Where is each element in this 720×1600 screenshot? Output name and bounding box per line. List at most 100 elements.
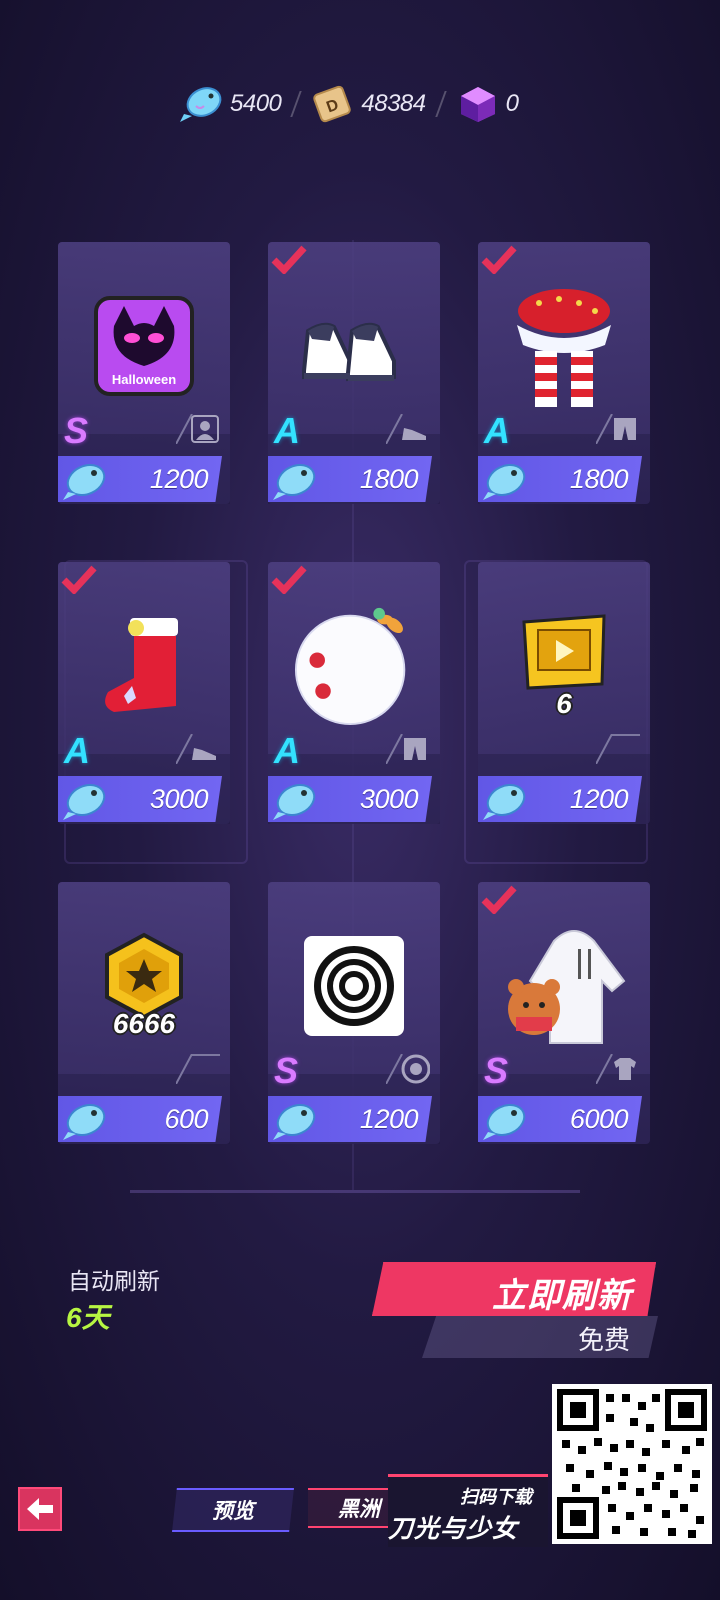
shop-card-christmas-boot[interactable]: A 3000	[58, 562, 230, 824]
item-quantity: 6	[556, 688, 572, 719]
shop-card-target-emblem[interactable]: S 1200	[268, 882, 440, 1144]
refresh-cost-panel: 免费	[422, 1316, 658, 1358]
fish-coin-icon	[63, 463, 106, 500]
refresh-now-label: 立即刷新	[492, 1277, 632, 1315]
shop-card-bear-hoodie[interactable]: S 6000	[478, 882, 650, 1144]
rank-label: A	[64, 730, 90, 771]
target-emblem-icon	[304, 936, 404, 1036]
dice-ticket-icon: D	[313, 85, 352, 123]
price-value: 1800	[359, 464, 419, 494]
currency-cube: 0	[456, 84, 519, 124]
price-value: 1200	[359, 1104, 419, 1134]
tab-preview[interactable]: 预览	[172, 1488, 294, 1532]
pants-icon	[596, 414, 636, 444]
checkmark-icon	[481, 245, 517, 274]
price-bar: 3000	[268, 776, 432, 822]
refresh-now-button[interactable]: 立即刷新	[372, 1262, 656, 1316]
purple-cube-amount: 0	[505, 90, 519, 117]
video-ticket-image	[504, 612, 624, 692]
checkmark-icon	[271, 245, 307, 274]
shoe-icon	[176, 734, 216, 764]
price-value: 1800	[569, 464, 629, 494]
bg-bottom-rail	[130, 1190, 580, 1193]
fish-coin-amount: 5400	[230, 90, 282, 117]
type-divider	[176, 1054, 220, 1084]
auto-refresh-days: 6天	[66, 1302, 110, 1333]
christmas-boot-image	[84, 606, 204, 726]
dice-ticket-amount: 48384	[361, 90, 426, 117]
fish-coin-icon	[273, 463, 316, 500]
video-ticket-icon	[522, 614, 606, 690]
fish-coin-icon	[180, 87, 222, 122]
rank-label: A	[484, 410, 510, 451]
qr-code	[552, 1384, 712, 1544]
qr-code-icon	[557, 1389, 707, 1539]
fish-coin-icon	[63, 1103, 106, 1140]
shop-card-sneakers[interactable]: A 1800	[268, 242, 440, 504]
avatar-icon	[176, 414, 219, 444]
shop-card-snowball[interactable]: A 3000	[268, 562, 440, 824]
rank-label: S	[64, 410, 89, 451]
divider	[434, 91, 447, 117]
rank-label: S	[274, 1050, 299, 1091]
currency-dice: D 48384	[311, 84, 426, 124]
bear-hoodie-image	[494, 926, 634, 1046]
sneakers-icon	[302, 322, 396, 382]
christmas-skirt-icon	[517, 289, 611, 407]
checkmark-icon	[271, 565, 307, 594]
shop-card-halloween[interactable]: Halloween S 1200	[58, 242, 230, 504]
divider	[290, 91, 303, 117]
fish-coin-icon	[483, 783, 526, 820]
price-bar: 6000	[478, 1096, 642, 1142]
back-button[interactable]	[18, 1487, 62, 1531]
price-value: 3000	[149, 784, 209, 814]
shop-card-christmas-skirt[interactable]: A 1800	[478, 242, 650, 504]
rank-label: A	[274, 730, 300, 771]
fish-coin-icon	[483, 1103, 526, 1140]
price-bar: 600	[58, 1096, 222, 1142]
svg-text:Halloween: Halloween	[112, 372, 176, 387]
back-arrow-icon	[27, 1498, 53, 1520]
snowball-icon	[294, 607, 406, 726]
type-divider	[596, 734, 640, 764]
download-promo[interactable]: 扫码下载 刀光与少女	[388, 1474, 548, 1547]
price-value: 1200	[149, 464, 209, 494]
price-bar: 1800	[268, 456, 432, 502]
price-bar: 1200	[478, 776, 642, 822]
halloween-frame-image: Halloween	[84, 286, 204, 406]
shoe-icon	[386, 414, 426, 444]
fish-coin-icon	[63, 783, 106, 820]
currency-bar: 5400 D 48384 0	[178, 84, 531, 124]
auto-refresh-label: 自动刷新	[68, 1268, 160, 1294]
checkmark-icon	[61, 565, 97, 594]
price-value: 6000	[569, 1104, 629, 1134]
bear-hoodie-icon	[508, 930, 626, 1044]
snowball-image	[294, 606, 414, 726]
price-bar: 1800	[478, 456, 642, 502]
price-bar: 1200	[268, 1096, 432, 1142]
shop-card-star-coin[interactable]: 6666 600	[58, 882, 230, 1144]
rank-label: S	[484, 1050, 509, 1091]
price-bar: 1200	[58, 456, 222, 502]
rank-label: A	[274, 410, 300, 451]
price-bar: 3000	[58, 776, 222, 822]
christmas-boot-icon	[105, 618, 178, 712]
scan-download-label: 扫码下载	[460, 1487, 532, 1507]
price-value: 3000	[359, 784, 419, 814]
currency-fish: 5400	[178, 84, 282, 124]
sneakers-image	[294, 286, 414, 406]
fish-coin-icon	[483, 463, 526, 500]
price-value: 1200	[569, 784, 629, 814]
fish-coin-icon	[273, 1103, 316, 1140]
fish-coin-icon	[273, 783, 316, 820]
christmas-skirt-image	[504, 286, 624, 407]
item-quantity: 6666	[112, 1008, 176, 1039]
checkmark-icon	[481, 885, 517, 914]
purple-cube-icon	[460, 87, 495, 122]
shop-card-video-ticket[interactable]: 6 1200	[478, 562, 650, 824]
pants-icon	[386, 734, 426, 764]
refresh-cost-label: 免费	[577, 1325, 630, 1355]
halloween-frame-icon: Halloween	[94, 296, 194, 396]
target-emblem-image	[294, 936, 414, 1036]
price-value: 600	[164, 1104, 208, 1134]
